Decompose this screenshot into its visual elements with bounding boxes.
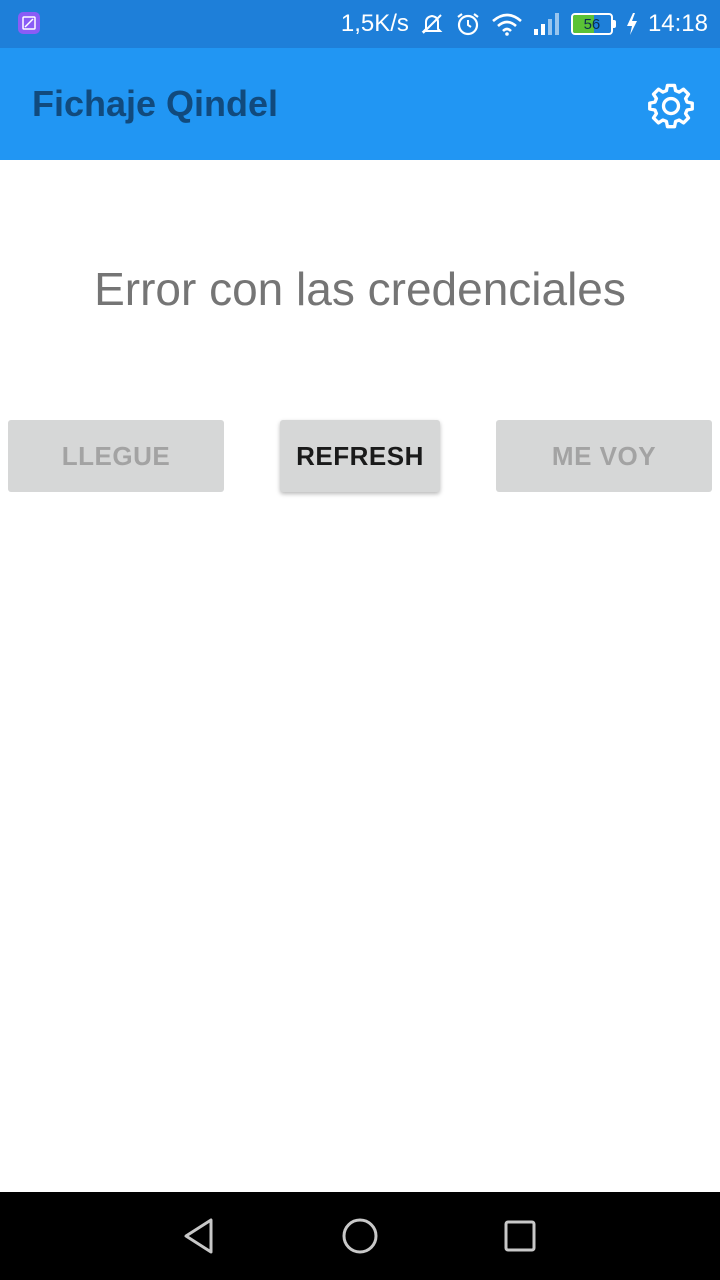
back-button[interactable]	[174, 1210, 226, 1262]
status-time: 14:18	[647, 10, 708, 37]
status-icons: 1,5K/s 56 14:18	[341, 0, 708, 48]
home-button[interactable]	[334, 1210, 386, 1262]
charging-icon	[626, 12, 638, 36]
battery-body: 56	[570, 13, 613, 35]
back-icon	[184, 1218, 213, 1254]
home-icon	[342, 1218, 378, 1254]
battery-tip	[612, 20, 616, 28]
recents-icon	[504, 1220, 536, 1252]
app-screen: 1,5K/s 56 14:18 Fichaje Qindel Error con…	[0, 0, 720, 1280]
app-title: Fichaje Qindel	[32, 83, 279, 124]
status-bar: 1,5K/s 56 14:18	[0, 0, 720, 48]
network-speed: 1,5K/s	[340, 10, 409, 37]
settings-button[interactable]	[646, 80, 696, 130]
battery-level: 56	[583, 15, 601, 33]
status-message: Error con las credenciales	[94, 263, 626, 315]
refresh-button[interactable]: REFRESH	[280, 420, 440, 492]
gallery-notification-icon	[18, 12, 40, 34]
alarm-icon	[455, 11, 481, 37]
arrive-button[interactable]: LLEGUE	[8, 420, 224, 492]
signal-icon	[533, 12, 561, 36]
gear-icon	[648, 83, 694, 129]
wifi-icon	[491, 11, 523, 37]
recents-button[interactable]	[494, 1210, 546, 1262]
battery-icon: 56	[570, 13, 616, 35]
app-bar: Fichaje Qindel	[0, 48, 720, 160]
leave-button[interactable]: ME VOY	[496, 420, 712, 492]
mute-icon	[419, 11, 445, 37]
navigation-bar	[0, 1192, 720, 1280]
